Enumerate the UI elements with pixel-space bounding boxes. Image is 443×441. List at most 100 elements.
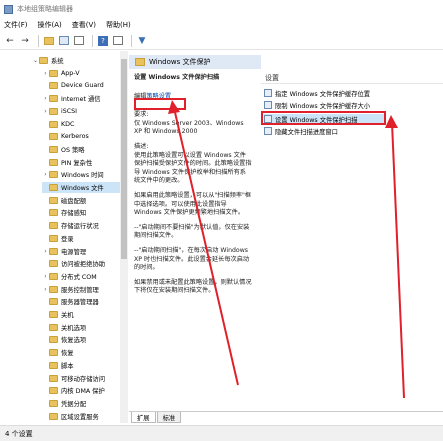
tree-item-label: Windows 文件 <box>61 185 104 192</box>
tree-item[interactable]: 访问被拒绝协助 <box>42 258 127 269</box>
filter-icon[interactable]: ▼ <box>136 35 148 47</box>
chevron-right-icon[interactable]: › <box>42 273 49 280</box>
setting-row[interactable]: 隐藏文件扫描进度窗口 <box>264 126 338 136</box>
folder-icon <box>49 145 58 153</box>
tree-item[interactable]: 服务器管理器 <box>42 296 127 307</box>
setting-label: 指定 Windows 文件保护缓存位置 <box>275 90 371 98</box>
folder-icon[interactable] <box>43 35 55 47</box>
tree-item[interactable]: › App-V <box>42 68 127 79</box>
status-text: 4 个设置 <box>5 429 33 438</box>
help-icon[interactable]: ? <box>97 35 109 47</box>
tree-item-label: App-V <box>61 69 80 77</box>
description-paragraph: 如果启用此策略设置，可以从"扫描频率"框中选择选项。可以使用此设置指导 Wind… <box>134 191 252 217</box>
setting-row[interactable]: 限制 Windows 文件保护缓存大小 <box>264 100 370 110</box>
folder-icon <box>49 69 58 77</box>
tree-item[interactable]: 恢复 <box>42 347 127 358</box>
tree-item[interactable]: › 分布式 COM <box>42 271 127 282</box>
chevron-right-icon[interactable]: › <box>42 248 49 255</box>
setting-row[interactable]: 指定 Windows 文件保护缓存位置 <box>264 88 370 98</box>
tree-item[interactable]: 关机选项 <box>42 322 127 333</box>
folder-icon <box>49 387 58 395</box>
tab-standard[interactable]: 标准 <box>156 412 182 423</box>
menu-file[interactable]: 文件(F) <box>4 20 28 30</box>
tree-scrollbar[interactable] <box>120 51 128 423</box>
tree-item[interactable]: Device Guard <box>42 80 127 91</box>
back-icon[interactable]: ← <box>4 35 16 47</box>
tree-item-label: 恢复选项 <box>61 337 87 345</box>
tree-item-label: 关机 <box>61 312 74 319</box>
properties-icon[interactable] <box>112 35 124 47</box>
folder-icon <box>49 311 58 318</box>
tree-item[interactable]: Kerberos <box>42 131 127 142</box>
tree-item[interactable]: 登录 <box>42 233 127 244</box>
tree-scrollbar-thumb[interactable] <box>121 59 127 259</box>
app-icon <box>4 4 13 14</box>
folder-icon <box>135 58 145 66</box>
chevron-right-icon[interactable]: › <box>42 171 49 178</box>
tree-item[interactable]: Windows 文件 <box>42 182 127 193</box>
folder-icon <box>49 336 58 344</box>
tree-item[interactable]: KDC <box>42 119 127 130</box>
folder-icon <box>49 272 58 280</box>
tree-item[interactable]: 恢复选项 <box>42 334 127 345</box>
policy-tree[interactable]: ⌄ 系统 › App-V Device Guard › Internet 通信 › iSCSI K… <box>0 51 128 423</box>
description-paragraph: --"启动期间不要扫描"为默认值，仅在安装期间扫描文件。 <box>134 223 250 240</box>
folder-icon <box>49 107 58 115</box>
setting-title: 设置 Windows 文件保护扫描 <box>134 74 220 81</box>
list-icon[interactable] <box>58 35 70 47</box>
tree-item[interactable]: 凭据分配 <box>42 398 127 409</box>
tree-item[interactable]: 脚本 <box>42 360 127 371</box>
tree-item-label: 凭据分配 <box>61 400 87 408</box>
tree-item[interactable]: 存储感知 <box>42 207 127 218</box>
tree-item[interactable]: ⌄ 系统 <box>32 55 127 66</box>
folder-icon <box>49 361 58 369</box>
refresh-icon[interactable] <box>73 35 85 47</box>
folder-icon <box>49 323 58 331</box>
tree-item[interactable]: PIN 复杂性 <box>42 157 127 168</box>
tree-item-label: 磁盘配额 <box>61 197 87 205</box>
tree-item[interactable]: 存储运行状况 <box>42 220 127 231</box>
folder-icon <box>49 184 58 191</box>
chevron-right-icon[interactable]: › <box>42 70 49 77</box>
annotation-highlight-box <box>134 98 186 110</box>
title-bar: 本地组策略编辑器 <box>0 0 443 18</box>
tree-item[interactable]: 磁盘配额 <box>42 195 127 206</box>
chevron-down-icon[interactable]: ⌄ <box>32 57 39 64</box>
tree-item[interactable]: 可移动存储访问 <box>42 373 127 384</box>
view-tabs: 扩展 标准 <box>129 411 443 423</box>
chevron-right-icon[interactable]: › <box>42 286 49 293</box>
tree-item-label: OS 策略 <box>61 146 85 154</box>
folder-icon <box>49 374 58 382</box>
tab-extended[interactable]: 扩展 <box>131 412 156 423</box>
folder-icon <box>39 57 48 64</box>
tree-item[interactable]: › 服务控制管理 <box>42 284 127 295</box>
requirements-text: 要求: 仅 Windows Server 2003、Windows XP 和 W… <box>134 111 244 136</box>
menu-action[interactable]: 操作(A) <box>38 20 62 30</box>
tree-item[interactable]: OS 策略 <box>42 144 127 155</box>
tree-item[interactable]: › Windows 时间 <box>42 169 127 180</box>
description-paragraph: --"启动期间扫描"，在每次启动 Windows XP 时也扫描文件。此设置会延… <box>134 246 250 272</box>
tree-item[interactable]: › 电源管理 <box>42 246 127 257</box>
folder-icon <box>49 133 58 141</box>
column-divider <box>261 83 443 84</box>
tree-item-label: 恢复 <box>61 350 74 358</box>
toolbar-divider <box>131 34 132 47</box>
tree-item-label: 电源管理 <box>61 248 87 256</box>
tree-item-label: 存储运行状况 <box>61 223 99 231</box>
tree-item-label: 区域设置服务 <box>61 413 99 421</box>
policy-setting-icon <box>264 127 272 135</box>
tree-item[interactable]: › Internet 通信 <box>42 93 127 104</box>
menu-help[interactable]: 帮助(H) <box>106 20 131 30</box>
settings-column-header[interactable]: 设置 <box>265 73 279 83</box>
menu-view[interactable]: 查看(V) <box>72 20 96 30</box>
tree-item[interactable]: 关机 <box>42 309 127 320</box>
chevron-right-icon[interactable]: › <box>42 108 49 115</box>
tree-item[interactable]: › iSCSI <box>42 106 127 117</box>
folder-icon <box>49 298 58 306</box>
tree-item[interactable]: 内核 DMA 保护 <box>42 385 127 396</box>
setting-label: 隐藏文件扫描进度窗口 <box>275 128 338 136</box>
forward-icon[interactable]: → <box>19 35 31 47</box>
chevron-right-icon[interactable]: › <box>42 95 49 102</box>
folder-icon <box>49 399 58 407</box>
tree-item[interactable]: 区域设置服务 <box>42 411 127 422</box>
